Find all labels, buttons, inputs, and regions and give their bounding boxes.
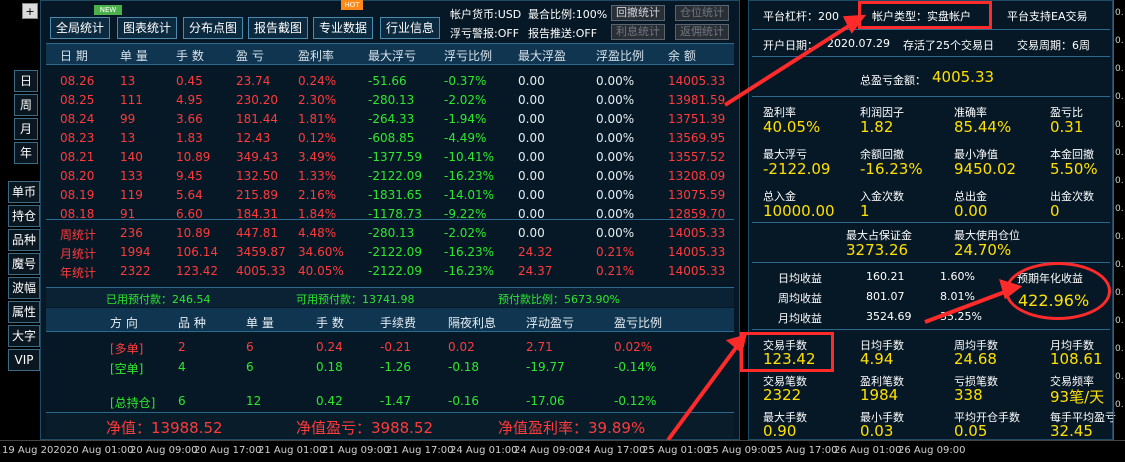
time-tick: 21 Aug 17:00	[386, 445, 454, 456]
time-tick: 20 Aug 17:00	[194, 445, 262, 456]
time-tick: 19 Aug 2020	[2, 445, 67, 456]
time-tick: 21 Aug 01:00	[258, 445, 326, 456]
price-tick: 0.	[1115, 232, 1124, 242]
price-tick: 0.	[1115, 316, 1124, 326]
time-tick: 21 Aug 09:00	[322, 445, 390, 456]
time-tick: 24 Aug 09:00	[514, 445, 582, 456]
arrow-head	[999, 278, 1023, 300]
time-tick: 24 Aug 17:00	[578, 445, 646, 456]
price-tick: 0.	[1115, 372, 1124, 382]
time-tick: 25 Aug 01:00	[642, 445, 710, 456]
price-tick: 0.	[1115, 120, 1124, 130]
arrow-to-account-type	[723, 20, 857, 107]
price-tick: 0.	[1115, 288, 1124, 298]
annotation-arrows	[666, 14, 1023, 442]
time-tick: 26 Aug 01:00	[834, 445, 902, 456]
price-tick: 0.	[1115, 176, 1124, 186]
time-tick: 20 Aug 01:00	[66, 445, 134, 456]
time-tick: 26 Aug 09:00	[898, 445, 966, 456]
price-tick: 0.	[1115, 92, 1124, 102]
time-tick: 20 Aug 09:00	[130, 445, 198, 456]
price-tick: 0.	[1115, 344, 1124, 354]
arrow-head	[725, 334, 747, 354]
price-tick: 0.	[1115, 64, 1124, 74]
time-tick: 25 Aug 17:00	[770, 445, 838, 456]
time-tick: 25 Aug 09:00	[706, 445, 774, 456]
price-tick: 0.	[1115, 148, 1124, 158]
price-tick: 0.	[1115, 400, 1124, 410]
price-tick: 0.	[1115, 36, 1124, 46]
time-tick: 24 Aug 01:00	[450, 445, 518, 456]
price-tick: 0.	[1115, 260, 1124, 270]
arrow-to-annual-return	[924, 288, 1011, 324]
price-tick: 0.	[1115, 204, 1124, 214]
arrow-to-lots	[666, 343, 740, 442]
price-tick: 0.	[1115, 8, 1124, 18]
